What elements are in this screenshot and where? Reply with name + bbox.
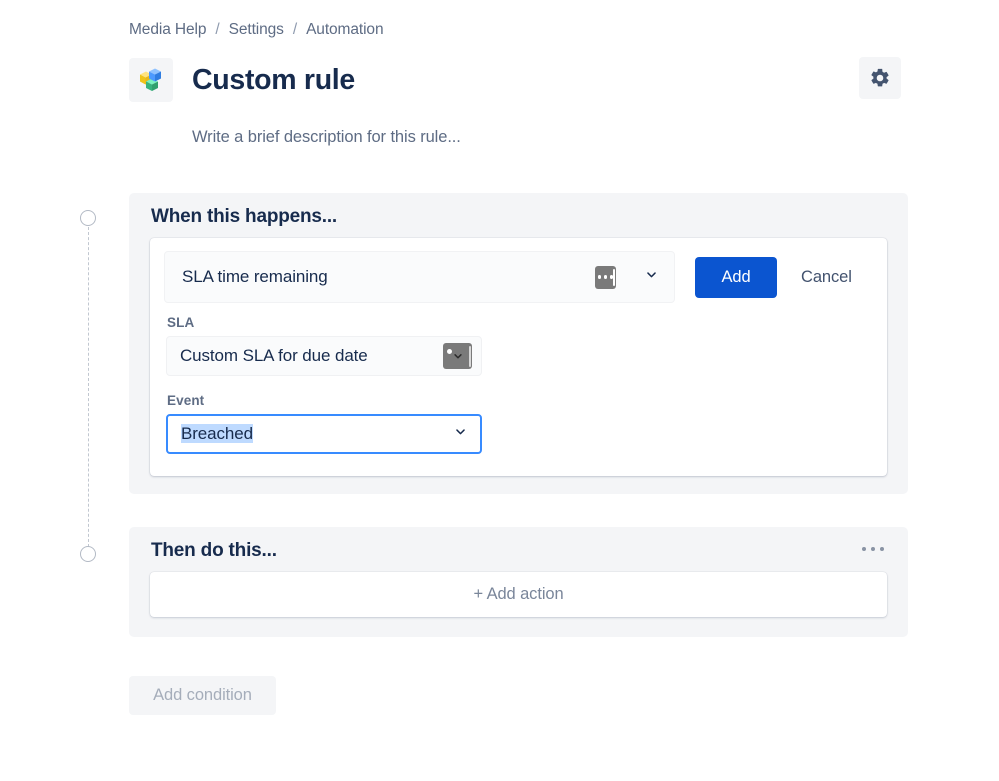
- event-select[interactable]: Breached: [166, 414, 482, 454]
- breadcrumb-separator: /: [215, 21, 220, 38]
- breadcrumb-separator: /: [292, 21, 298, 38]
- action-card: Then do this... + Add action: [129, 527, 908, 637]
- event-field-label: Event: [167, 393, 205, 408]
- timeline-node-action: [80, 546, 96, 562]
- chevron-down-icon: [452, 423, 469, 445]
- trigger-type-select[interactable]: SLA time remaining: [164, 251, 675, 303]
- broken-image-icon: [595, 265, 616, 289]
- broken-image-chevron-icon: [443, 343, 472, 369]
- add-action-button[interactable]: + Add action: [150, 572, 887, 617]
- timeline-node-trigger: [80, 210, 96, 226]
- add-condition-button[interactable]: Add condition: [129, 676, 276, 715]
- rule-timeline-rail: [80, 205, 98, 570]
- trigger-card: When this happens... SLA time remaining …: [129, 193, 908, 494]
- action-card-heading: Then do this...: [151, 540, 277, 561]
- trigger-selector-row: SLA time remaining Add Cancel: [164, 251, 874, 303]
- trigger-card-heading: When this happens...: [151, 206, 338, 227]
- trigger-type-value: SLA time remaining: [182, 267, 328, 286]
- sla-field-label: SLA: [167, 315, 195, 330]
- trigger-editor-panel: SLA time remaining Add Cancel SLA Custom…: [150, 238, 887, 476]
- automation-rule-page: Media Help / Settings / Automation Custo…: [0, 0, 999, 781]
- rule-description[interactable]: Write a brief description for this rule.…: [192, 128, 461, 147]
- page-title-row: Custom rule: [129, 57, 901, 103]
- breadcrumb-item-automation[interactable]: Automation: [306, 21, 384, 39]
- sla-select-value: Custom SLA for due date: [180, 346, 368, 365]
- sla-select[interactable]: Custom SLA for due date: [166, 336, 482, 376]
- breadcrumb-item-settings[interactable]: Settings: [229, 21, 284, 39]
- page-title: Custom rule: [192, 63, 355, 96]
- timeline-connector: [88, 227, 89, 547]
- cubes-icon: [129, 58, 173, 102]
- chevron-down-icon: [643, 266, 660, 288]
- gear-icon[interactable]: [859, 57, 901, 99]
- event-select-value: Breached: [181, 424, 253, 443]
- add-button[interactable]: Add: [695, 256, 777, 298]
- breadcrumb-item-media-help[interactable]: Media Help: [129, 21, 207, 39]
- cancel-button[interactable]: Cancel: [789, 257, 864, 298]
- more-options-icon[interactable]: [862, 547, 884, 551]
- breadcrumb: Media Help / Settings / Automation: [129, 21, 384, 39]
